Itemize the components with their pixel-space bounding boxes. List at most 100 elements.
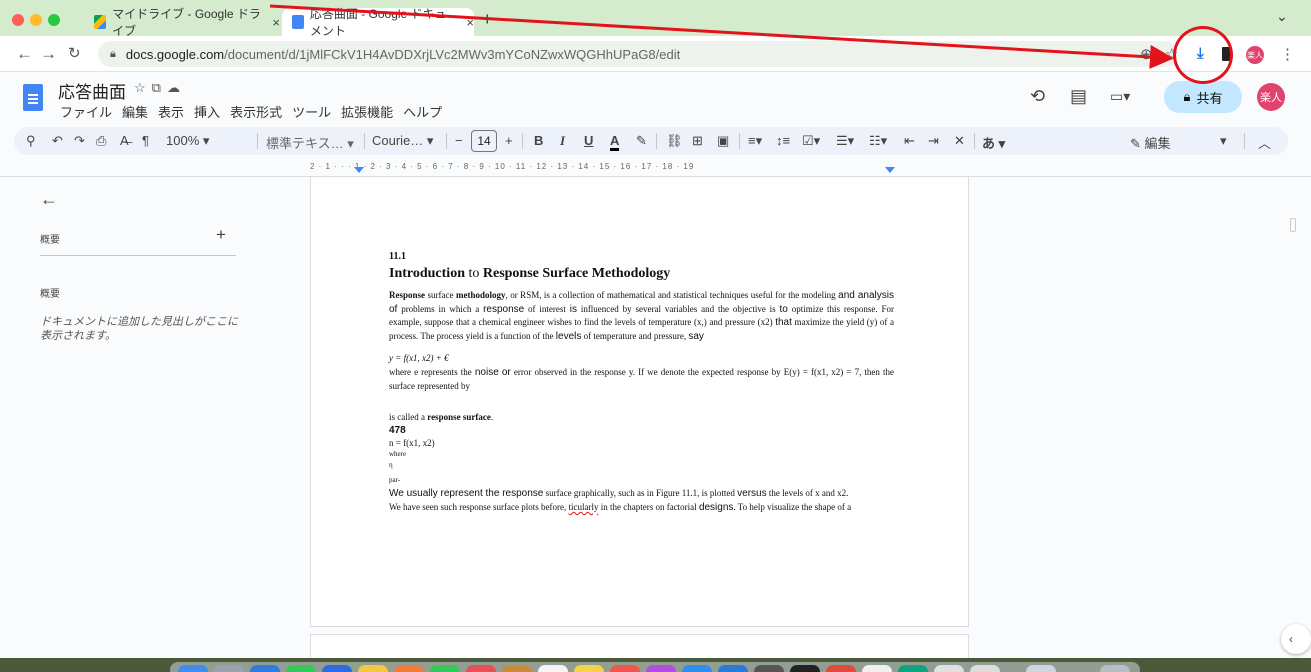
safari-icon[interactable] — [250, 665, 280, 672]
document-page[interactable]: 11.1 Introduction to Response Surface Me… — [310, 177, 969, 627]
preview-icon[interactable] — [862, 665, 892, 672]
tab-close-icon[interactable]: × — [272, 15, 280, 30]
decrease-indent-icon[interactable]: ⇤ — [904, 133, 915, 149]
downloads-stack-icon[interactable] — [1026, 665, 1056, 672]
menu-tools[interactable]: ツール — [292, 102, 331, 121]
appstore-icon[interactable] — [718, 665, 748, 672]
messages-icon[interactable] — [286, 665, 316, 672]
chatgpt-icon[interactable] — [898, 665, 928, 672]
close-outline-icon[interactable]: ← — [40, 189, 58, 210]
reminders-icon[interactable] — [538, 665, 568, 672]
menu-insert[interactable]: 挿入 — [194, 102, 220, 121]
search-menus-icon[interactable]: ⚲ — [26, 133, 36, 149]
trash-icon[interactable] — [1100, 665, 1130, 672]
docs-logo-icon[interactable] — [23, 84, 43, 111]
contacts-icon[interactable] — [502, 665, 532, 672]
maps-icon[interactable] — [358, 665, 388, 672]
back-icon[interactable]: ← — [16, 44, 33, 64]
redo-icon[interactable]: ↷ — [74, 133, 85, 149]
menu-format[interactable]: 表示形式 — [230, 102, 282, 121]
numbered-list-icon[interactable]: ☷▾ — [869, 133, 887, 149]
left-indent-marker[interactable] — [354, 167, 364, 173]
calendar-icon[interactable] — [466, 665, 496, 672]
document-title[interactable]: 応答曲面 — [58, 78, 126, 103]
tab-close-icon[interactable]: × — [466, 15, 474, 30]
line-spacing-icon[interactable]: ↕≡ — [776, 133, 790, 148]
checklist-icon[interactable]: ☑▾ — [802, 133, 820, 149]
notes-icon[interactable] — [574, 665, 604, 672]
right-indent-marker[interactable] — [885, 167, 895, 173]
music-icon[interactable] — [610, 665, 640, 672]
add-summary-button[interactable]: + — [216, 225, 226, 245]
minimize-window-button[interactable] — [30, 14, 42, 26]
underline-button[interactable]: U — [584, 133, 593, 148]
launchpad-icon[interactable] — [214, 665, 244, 672]
comments-icon[interactable]: ▤ — [1070, 86, 1087, 107]
ruler[interactable]: 2 · 1 · · · 1 · 2 · 3 · 4 · 5 · 6 · 7 · … — [310, 160, 970, 176]
forward-icon[interactable]: → — [40, 44, 57, 64]
app-store-icon[interactable] — [682, 665, 712, 672]
mail-icon[interactable] — [322, 665, 352, 672]
font-select[interactable]: Courie… ▾ — [372, 133, 433, 149]
document-icon[interactable] — [970, 665, 1000, 672]
reload-icon[interactable]: ↻ — [68, 44, 81, 62]
bulleted-list-icon[interactable]: ☰▾ — [836, 133, 854, 149]
finder-icon[interactable] — [178, 665, 208, 672]
chrome-icon[interactable] — [826, 665, 856, 672]
editing-mode-select[interactable]: ✎ 編集 — [1130, 133, 1171, 152]
share-button[interactable]: 🔒︎ 共有 — [1164, 81, 1242, 113]
menu-file[interactable]: ファイル — [60, 102, 112, 121]
spellcheck-icon[interactable]: A̶ — [120, 133, 129, 148]
decrease-font-size-button[interactable]: − — [455, 133, 463, 148]
profile-icon[interactable]: 楽人 — [1246, 46, 1264, 64]
install-app-icon[interactable]: ⊕ — [1140, 45, 1153, 63]
url-input[interactable]: 🔒︎ docs.google.com/document/d/1jMlFCkV1H… — [98, 41, 1178, 67]
new-tab-button[interactable]: + — [482, 9, 493, 30]
mode-dropdown-icon[interactable]: ▾ — [1220, 133, 1227, 149]
browser-menu-icon[interactable]: ⋮ — [1280, 45, 1295, 63]
document-body[interactable]: 11.1 Introduction to Response Surface Me… — [389, 251, 894, 514]
print-icon[interactable]: ⎙ — [96, 133, 106, 149]
hide-menus-icon[interactable]: ︿ — [1258, 133, 1271, 152]
text-color-button[interactable]: A — [610, 133, 620, 151]
avatar[interactable]: 楽人 — [1257, 83, 1285, 111]
bold-button[interactable]: B — [534, 133, 543, 148]
zoom-select[interactable]: 100% ▾ — [166, 133, 209, 149]
photos-icon[interactable] — [394, 665, 424, 672]
move-folder-icon[interactable]: ⧉ — [152, 80, 167, 95]
paint-format-icon[interactable]: ¶ — [142, 133, 149, 148]
clear-formatting-icon[interactable]: ✕ — [954, 133, 965, 149]
version-history-icon[interactable]: ⟲ — [1030, 86, 1045, 107]
settings-icon[interactable] — [754, 665, 784, 672]
podcasts-icon[interactable] — [646, 665, 676, 672]
increase-font-size-button[interactable]: + — [505, 133, 513, 148]
cloud-status-icon[interactable]: ☁ — [167, 80, 186, 95]
add-comment-icon[interactable]: ⊞ — [692, 133, 703, 149]
star-icon[interactable]: ☆ — [134, 80, 152, 95]
zoom-window-button[interactable] — [48, 14, 60, 26]
italic-button[interactable]: I — [560, 133, 565, 149]
font-size-input[interactable]: 14 — [471, 130, 497, 152]
increase-indent-icon[interactable]: ⇥ — [928, 133, 939, 149]
menu-help[interactable]: ヘルプ — [403, 102, 442, 121]
align-icon[interactable]: ≡▾ — [748, 133, 762, 149]
input-tools-button[interactable]: あ ▾ — [982, 133, 1005, 152]
terminal-icon[interactable] — [790, 665, 820, 672]
tab-google-docs[interactable]: 応答曲面 - Google ドキュメント × — [282, 7, 474, 38]
tab-search-icon[interactable]: ⌄ — [1276, 8, 1288, 25]
meet-icon[interactable]: ▭▾ — [1110, 88, 1130, 105]
menu-extensions[interactable]: 拡張機能 — [341, 102, 393, 121]
highlight-pen-icon[interactable]: ✎ — [636, 133, 647, 149]
menu-edit[interactable]: 編集 — [122, 102, 148, 121]
insert-image-icon[interactable]: ▣ — [717, 133, 729, 149]
side-panel-handle[interactable] — [1290, 218, 1296, 232]
style-select[interactable]: 標準テキス… ▾ — [266, 133, 354, 152]
textedit-icon[interactable] — [934, 665, 964, 672]
menu-view[interactable]: 表示 — [158, 102, 184, 121]
close-window-button[interactable] — [12, 14, 24, 26]
show-side-panel-button[interactable]: ‹ — [1281, 624, 1311, 654]
undo-icon[interactable]: ↶ — [52, 133, 63, 149]
facetime-icon[interactable] — [430, 665, 460, 672]
link-icon[interactable]: ⛓ — [666, 133, 683, 149]
tab-google-drive[interactable]: マイドライブ - Google ドライブ × — [84, 7, 280, 38]
